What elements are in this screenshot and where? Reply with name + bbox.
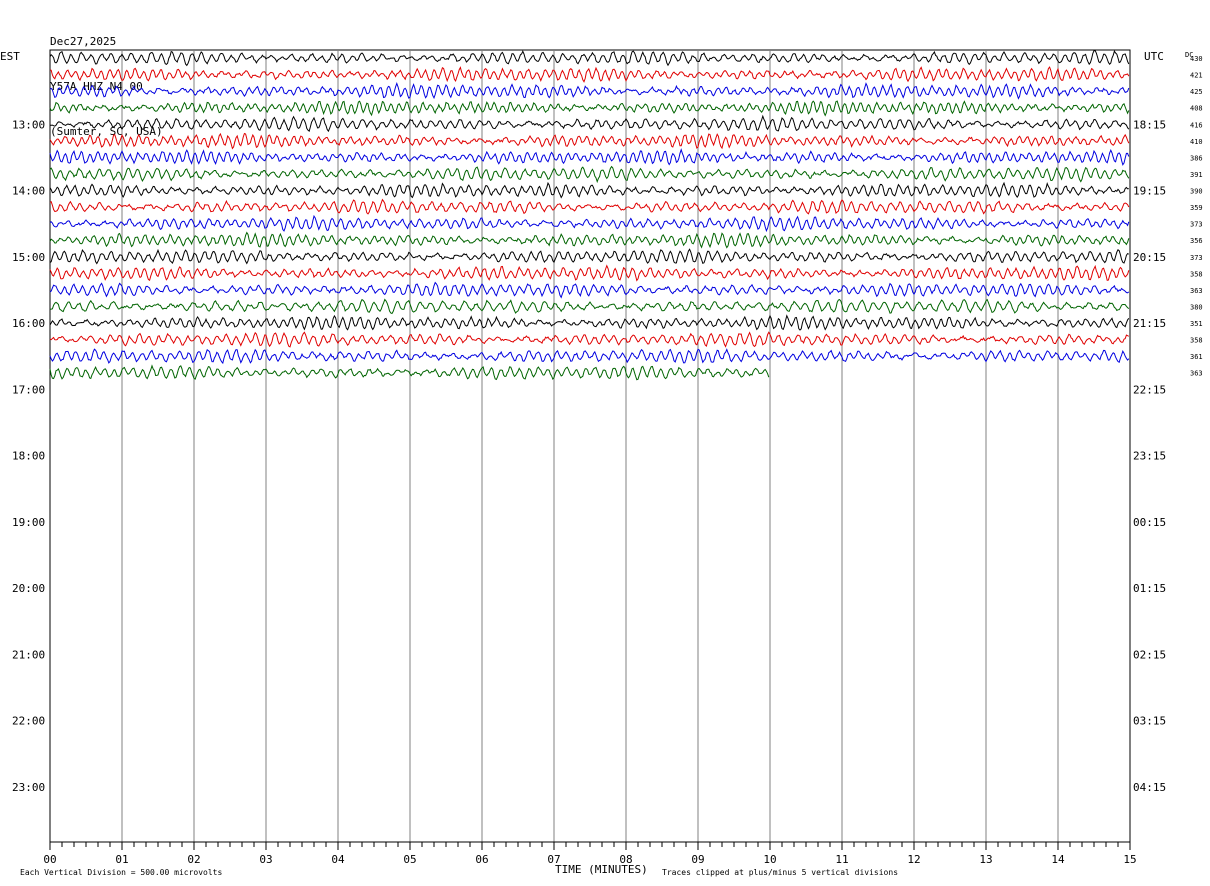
- x-tick-label: 13: [979, 853, 992, 866]
- dc-offset-label: 358: [1190, 337, 1203, 345]
- dc-offset-label: 373: [1190, 254, 1203, 262]
- x-tick-label: 11: [835, 853, 848, 866]
- seismic-trace: [49, 181, 1129, 199]
- seismic-trace: [49, 298, 1130, 315]
- utc-hour-label: 18:15: [1133, 118, 1166, 131]
- est-hour-label: 22:00: [12, 715, 45, 728]
- utc-hour-label: 23:15: [1133, 450, 1166, 463]
- dc-offset-labels: 4304214254084164103863913903593733563733…: [1190, 55, 1203, 378]
- clip-note: Traces clipped at plus/minus 5 vertical …: [662, 868, 898, 877]
- utc-hour-label: 00:15: [1133, 516, 1166, 529]
- x-axis-label: TIME (MINUTES): [555, 863, 648, 876]
- dc-offset-label: 410: [1190, 138, 1203, 146]
- seismic-trace: [49, 281, 1130, 299]
- seismic-trace: [49, 214, 1130, 233]
- seismic-trace: [50, 114, 1130, 133]
- x-tick-label: 14: [1051, 853, 1065, 866]
- x-tick-label: 00: [43, 853, 56, 866]
- seismic-trace: [49, 314, 1130, 331]
- est-hour-label: 17:00: [12, 383, 45, 396]
- dc-offset-label: 391: [1190, 171, 1203, 179]
- est-hour-label: 13:00: [12, 118, 45, 131]
- est-hour-label: 23:00: [12, 781, 45, 794]
- est-hour-label: 20:00: [12, 582, 45, 595]
- dc-offset-label: 373: [1190, 221, 1203, 229]
- plot-border: [49, 49, 1131, 843]
- est-label: EST: [0, 50, 20, 63]
- x-tick-label: 12: [907, 853, 920, 866]
- dc-offset-label: 408: [1190, 105, 1203, 113]
- seismic-trace: [49, 348, 1130, 365]
- utc-label: UTC: [1144, 50, 1164, 63]
- dc-offset-label: 351: [1190, 320, 1203, 328]
- seismic-trace: [49, 264, 1130, 282]
- seismogram-plot: 13:00 14:00 15:00 16:00 17:00 18:00 19:00 20:00…: [0, 49, 1203, 877]
- dc-header-label: DC: [1185, 51, 1193, 59]
- est-hour-label: 15:00: [12, 251, 45, 264]
- dc-offset-label: 416: [1190, 121, 1203, 129]
- x-tick-label: 05: [403, 853, 416, 866]
- dc-offset-label: 363: [1190, 370, 1203, 378]
- utc-hour-label: 02:15: [1133, 648, 1166, 661]
- dc-offset-label: 390: [1190, 188, 1203, 196]
- dc-offset-label: 425: [1190, 88, 1203, 96]
- scale-note: Each Vertical Division = 500.00 microvol…: [20, 868, 222, 877]
- seismic-trace: [49, 82, 1130, 100]
- seismic-trace: [49, 132, 1130, 150]
- x-tick-label: 04: [331, 853, 345, 866]
- seismic-trace: [49, 331, 1130, 348]
- seismic-trace: [49, 165, 1130, 184]
- seismic-trace: [49, 66, 1130, 83]
- x-tick-label: 02: [187, 853, 200, 866]
- utc-hour-label: 03:15: [1133, 715, 1166, 728]
- dc-offset-label: 421: [1190, 72, 1203, 80]
- utc-hour-label: 21:15: [1133, 317, 1166, 330]
- est-hour-label: 21:00: [12, 648, 45, 661]
- left-hour-labels: 13:00 14:00 15:00 16:00 17:00 18:00 19:00 20:00…: [12, 118, 45, 794]
- seismic-trace: [49, 248, 1130, 265]
- est-hour-label: 14:00: [12, 185, 45, 198]
- x-tick-label: 15: [1123, 853, 1136, 866]
- trace-group: [49, 50, 1130, 381]
- x-tick-label: 06: [475, 853, 488, 866]
- dc-offset-label: 356: [1190, 237, 1203, 245]
- x-tick-label: 09: [691, 853, 704, 866]
- dc-offset-label: 359: [1190, 204, 1203, 212]
- utc-hour-label: 20:15: [1133, 251, 1166, 264]
- dc-offset-label: 363: [1190, 287, 1203, 295]
- seismic-trace: [49, 231, 1130, 249]
- utc-hour-label: 22:15: [1133, 383, 1166, 396]
- dc-offset-label: 358: [1190, 270, 1203, 278]
- est-hour-label: 19:00: [12, 516, 45, 529]
- x-tick-label: 01: [115, 853, 128, 866]
- est-hour-label: 18:00: [12, 450, 45, 463]
- utc-hour-label: 01:15: [1133, 582, 1166, 595]
- utc-hour-label: 04:15: [1133, 781, 1166, 794]
- x-tick-label: 10: [763, 853, 776, 866]
- seismic-trace: [49, 50, 1130, 67]
- seismic-trace: [49, 198, 1130, 215]
- seismic-trace: [49, 100, 1130, 117]
- est-hour-label: 16:00: [12, 317, 45, 330]
- grid-lines: [49, 49, 1131, 850]
- utc-hour-label: 19:15: [1133, 185, 1166, 198]
- right-hour-labels: 18:15 19:15 20:15 21:15 22:15 23:15 00:15 01:15…: [1133, 118, 1166, 794]
- x-tick-label: 03: [259, 853, 272, 866]
- seismic-trace: [49, 148, 1130, 166]
- seismic-trace: [49, 364, 770, 381]
- dc-offset-label: 386: [1190, 154, 1203, 162]
- dc-offset-label: 361: [1190, 353, 1203, 361]
- dc-offset-label: 380: [1190, 303, 1203, 311]
